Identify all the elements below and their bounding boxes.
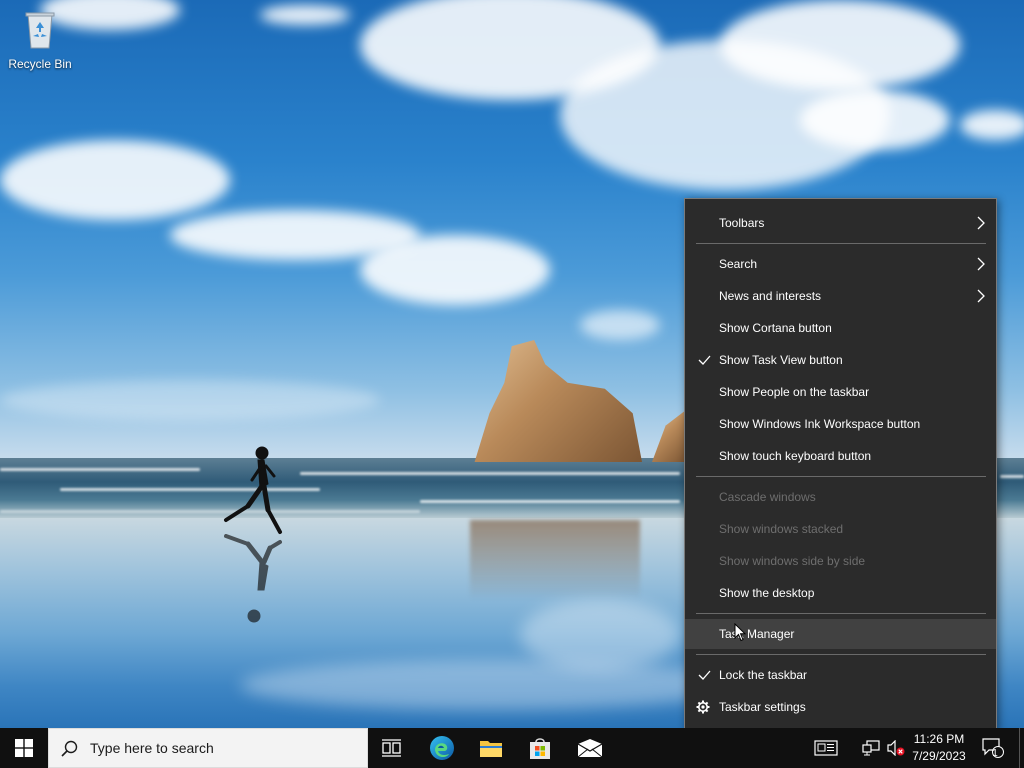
tray-news-button[interactable] bbox=[810, 728, 842, 768]
taskbar-edge-button[interactable] bbox=[418, 728, 466, 768]
menu-item-show-windows-side-by-side: Show windows side by side bbox=[685, 546, 996, 576]
menu-item-task-manager[interactable]: Task Manager bbox=[685, 619, 996, 649]
wallpaper-cloud bbox=[580, 310, 660, 340]
taskbar-file-explorer-button[interactable] bbox=[467, 728, 515, 768]
edge-icon bbox=[430, 736, 454, 760]
menu-item-cascade-windows: Cascade windows bbox=[685, 482, 996, 512]
checkmark-icon bbox=[698, 670, 711, 680]
menu-item-label: Toolbars bbox=[719, 216, 765, 230]
wallpaper-wave bbox=[0, 468, 200, 471]
windows-logo-icon bbox=[15, 739, 33, 757]
wallpaper-cloud bbox=[960, 110, 1024, 140]
menu-item-label: Show People on the taskbar bbox=[719, 385, 870, 399]
taskbar-mail-button[interactable] bbox=[566, 728, 614, 768]
wallpaper-wave bbox=[1000, 475, 1024, 478]
menu-item-label: Taskbar settings bbox=[719, 700, 806, 714]
chevron-right-icon bbox=[977, 289, 985, 303]
wallpaper-wave bbox=[300, 472, 680, 475]
taskbar-context-menu: Toolbars Search News and interests Show … bbox=[684, 198, 997, 731]
desktop-icon-recycle-bin[interactable]: Recycle Bin bbox=[4, 8, 76, 71]
action-center-button[interactable]: 1 bbox=[978, 728, 1008, 768]
wallpaper-rock-reflection bbox=[470, 520, 640, 600]
menu-item-label: Search bbox=[719, 257, 758, 271]
menu-item-label: Lock the taskbar bbox=[719, 668, 808, 682]
menu-separator bbox=[696, 243, 986, 244]
network-icon bbox=[862, 740, 880, 756]
menu-item-show-touch-keyboard[interactable]: Show touch keyboard button bbox=[685, 441, 996, 471]
wallpaper-wave bbox=[420, 500, 680, 503]
menu-item-label: Show windows stacked bbox=[719, 522, 844, 536]
show-desktop-button[interactable] bbox=[1019, 728, 1024, 768]
menu-item-label: Show Cortana button bbox=[719, 321, 832, 335]
wallpaper-cloud bbox=[720, 0, 960, 90]
chevron-right-icon bbox=[977, 257, 985, 271]
mouse-cursor-icon bbox=[734, 623, 746, 642]
wallpaper-cloud bbox=[260, 5, 350, 25]
wallpaper-wave bbox=[0, 510, 420, 513]
folder-icon bbox=[480, 741, 502, 757]
taskbar-store-button[interactable] bbox=[516, 728, 564, 768]
menu-separator bbox=[696, 613, 986, 614]
menu-separator bbox=[696, 654, 986, 655]
menu-item-label: Cascade windows bbox=[719, 490, 816, 504]
menu-item-label: Task Manager bbox=[719, 627, 795, 641]
taskbar-search-box[interactable]: Type here to search bbox=[48, 728, 368, 768]
start-button[interactable] bbox=[0, 728, 48, 768]
menu-item-label: Show windows side by side bbox=[719, 554, 866, 568]
checkmark-icon bbox=[698, 355, 711, 365]
taskbar-clock[interactable]: 11:26 PM 7/29/2023 bbox=[909, 728, 969, 768]
menu-item-show-windows-ink[interactable]: Show Windows Ink Workspace button bbox=[685, 409, 996, 439]
mail-icon bbox=[577, 739, 603, 758]
menu-item-show-windows-stacked: Show windows stacked bbox=[685, 514, 996, 544]
menu-item-toolbars[interactable]: Toolbars bbox=[685, 208, 996, 238]
menu-item-label: Show the desktop bbox=[719, 586, 815, 600]
volume-muted-icon bbox=[887, 740, 905, 756]
wallpaper-runner bbox=[224, 446, 282, 623]
menu-item-lock-the-taskbar[interactable]: Lock the taskbar bbox=[685, 660, 996, 690]
task-view-icon bbox=[382, 739, 401, 757]
menu-item-show-task-view-button[interactable]: Show Task View button bbox=[685, 345, 996, 375]
notification-count: 1 bbox=[992, 748, 998, 759]
recycle-bin-icon bbox=[25, 12, 55, 49]
menu-item-show-cortana-button[interactable]: Show Cortana button bbox=[685, 313, 996, 343]
menu-separator bbox=[696, 476, 986, 477]
menu-item-label: Show Task View button bbox=[719, 353, 843, 367]
gear-icon bbox=[696, 700, 710, 714]
chevron-right-icon bbox=[977, 216, 985, 230]
menu-item-show-people[interactable]: Show People on the taskbar bbox=[685, 377, 996, 407]
news-icon bbox=[814, 740, 838, 756]
tray-network-button[interactable] bbox=[858, 728, 884, 768]
wallpaper-cloud-reflection bbox=[520, 600, 680, 670]
wallpaper-cloud bbox=[360, 235, 550, 305]
clock-time: 11:26 PM bbox=[913, 732, 965, 746]
menu-item-show-the-desktop[interactable]: Show the desktop bbox=[685, 578, 996, 608]
taskbar-task-view-button[interactable] bbox=[368, 728, 416, 768]
menu-item-search[interactable]: Search bbox=[685, 249, 996, 279]
taskbar: Type here to search 11:26 PM 7/29/2023 1 bbox=[0, 728, 1024, 768]
menu-item-label: Show Windows Ink Workspace button bbox=[719, 417, 921, 431]
menu-item-taskbar-settings[interactable]: Taskbar settings bbox=[685, 692, 996, 722]
search-placeholder: Type here to search bbox=[90, 740, 214, 756]
clock-date: 7/29/2023 bbox=[912, 749, 966, 763]
menu-item-label: News and interests bbox=[719, 289, 822, 303]
wallpaper-cloud-reflection bbox=[240, 660, 740, 710]
wallpaper-cloud bbox=[0, 140, 230, 220]
wallpaper-cloud bbox=[0, 380, 380, 420]
menu-item-label: Show touch keyboard button bbox=[719, 449, 872, 463]
search-icon bbox=[61, 740, 78, 757]
wallpaper-cloud bbox=[800, 90, 950, 150]
store-icon bbox=[530, 738, 550, 759]
menu-item-news-and-interests[interactable]: News and interests bbox=[685, 281, 996, 311]
desktop-icon-label: Recycle Bin bbox=[8, 57, 72, 71]
tray-volume-button[interactable] bbox=[884, 728, 908, 768]
